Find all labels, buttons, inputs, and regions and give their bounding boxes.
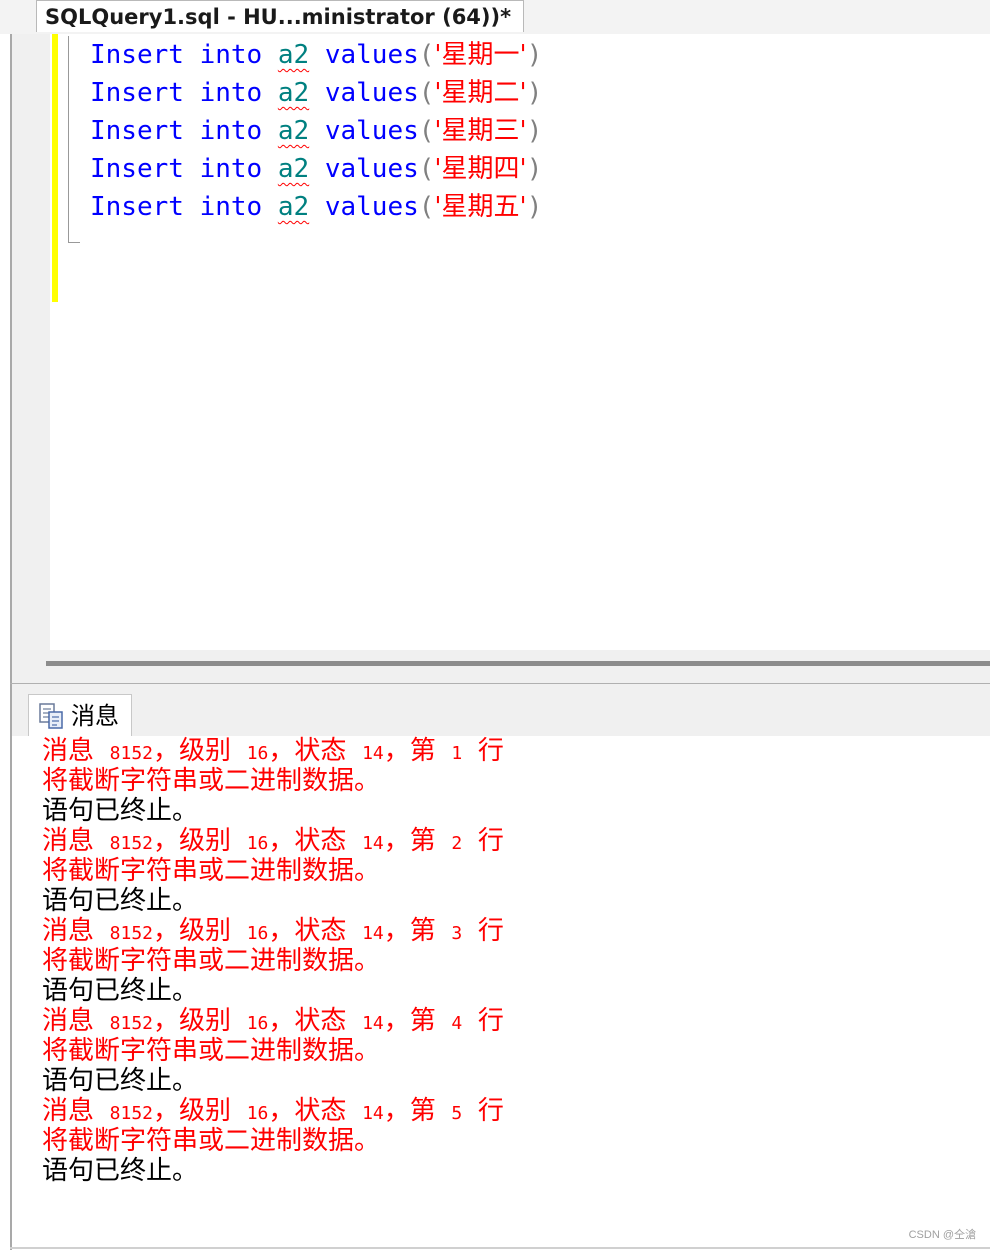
keyword-insert: Insert — [90, 192, 184, 222]
error-header: 消息 8152，级别 16，状态 14，第 3 行 — [42, 916, 504, 946]
keyword-insert: Insert — [90, 116, 184, 146]
horizontal-scrollbar[interactable] — [46, 661, 990, 666]
change-tracking-bar — [52, 34, 58, 302]
table-identifier: a2 — [277, 116, 310, 146]
close-paren: ) — [526, 192, 543, 222]
keyword-values: values — [324, 154, 419, 184]
bottom-border — [10, 1247, 990, 1249]
close-paren: ) — [526, 40, 543, 70]
open-paren: ( — [418, 78, 435, 108]
code-line[interactable]: Insert into a2 values('星期四') — [90, 150, 542, 188]
keyword-into: into — [199, 154, 263, 184]
error-header: 消息 8152，级别 16，状态 14，第 2 行 — [42, 826, 504, 856]
outline-bracket-end — [68, 242, 80, 243]
string-literal: '星期三' — [434, 116, 527, 146]
editor-gutter — [12, 34, 50, 650]
open-paren: ( — [418, 154, 435, 184]
outline-bracket — [68, 36, 69, 242]
results-tab-strip: 消息 — [10, 686, 990, 736]
keyword-into: into — [199, 116, 263, 146]
open-paren: ( — [418, 192, 435, 222]
error-header: 消息 8152，级别 16，状态 14，第 1 行 — [42, 736, 504, 766]
error-text: 将截断字符串或二进制数据。 — [42, 766, 381, 796]
table-identifier: a2 — [277, 192, 310, 222]
status-text: 语句已终止。 — [42, 1156, 199, 1186]
string-literal: '星期五' — [434, 192, 527, 222]
close-paren: ) — [526, 116, 543, 146]
watermark: CSDN @仝滄 — [908, 1229, 976, 1241]
messages-pane[interactable]: 消息 8152，级别 16，状态 14，第 1 行 将截断字符串或二进制数据。 … — [10, 736, 990, 1250]
table-identifier: a2 — [277, 40, 310, 70]
string-literal: '星期二' — [434, 78, 527, 108]
editor-results-splitter[interactable] — [10, 650, 990, 686]
table-identifier: a2 — [277, 78, 310, 108]
open-paren: ( — [418, 40, 435, 70]
tab-messages[interactable]: 消息 — [28, 694, 132, 736]
error-header: 消息 8152，级别 16，状态 14，第 4 行 — [42, 1006, 504, 1036]
divider — [10, 683, 990, 684]
string-literal: '星期四' — [434, 154, 527, 184]
message-list: 消息 8152，级别 16，状态 14，第 1 行 将截断字符串或二进制数据。 … — [42, 736, 504, 1186]
code-line[interactable]: Insert into a2 values('星期三') — [90, 112, 542, 150]
query-editor[interactable]: Insert into a2 values('星期一') Insert into… — [10, 34, 990, 650]
table-identifier: a2 — [277, 154, 310, 184]
code-line[interactable]: Insert into a2 values('星期二') — [90, 74, 542, 112]
document-tab-strip: SQLQuery1.sql - HU...ministrator (64))* — [0, 0, 990, 34]
close-paren: ) — [526, 78, 543, 108]
close-paren: ) — [526, 154, 543, 184]
tab-sqlquery1[interactable]: SQLQuery1.sql - HU...ministrator (64))* — [36, 0, 524, 32]
keyword-values: values — [324, 116, 419, 146]
status-text: 语句已终止。 — [42, 796, 199, 826]
tab-messages-label: 消息 — [71, 702, 119, 730]
status-text: 语句已终止。 — [42, 1066, 199, 1096]
keyword-insert: Insert — [90, 78, 184, 108]
status-text: 语句已终止。 — [42, 976, 199, 1006]
code-area[interactable]: Insert into a2 values('星期一') Insert into… — [90, 36, 542, 226]
keyword-insert: Insert — [90, 154, 184, 184]
code-line[interactable]: Insert into a2 values('星期五') — [90, 188, 542, 226]
error-text: 将截断字符串或二进制数据。 — [42, 946, 381, 976]
keyword-into: into — [199, 78, 263, 108]
error-text: 将截断字符串或二进制数据。 — [42, 1126, 381, 1156]
error-text: 将截断字符串或二进制数据。 — [42, 1036, 381, 1066]
keyword-values: values — [324, 78, 419, 108]
string-literal: '星期一' — [434, 40, 527, 70]
status-text: 语句已终止。 — [42, 886, 199, 916]
keyword-values: values — [324, 40, 419, 70]
open-paren: ( — [418, 116, 435, 146]
keyword-into: into — [199, 40, 263, 70]
error-text: 将截断字符串或二进制数据。 — [42, 856, 381, 886]
error-header: 消息 8152，级别 16，状态 14，第 5 行 — [42, 1096, 504, 1126]
code-line[interactable]: Insert into a2 values('星期一') — [90, 36, 542, 74]
messages-icon — [39, 703, 63, 729]
keyword-insert: Insert — [90, 40, 184, 70]
keyword-values: values — [324, 192, 419, 222]
keyword-into: into — [199, 192, 263, 222]
